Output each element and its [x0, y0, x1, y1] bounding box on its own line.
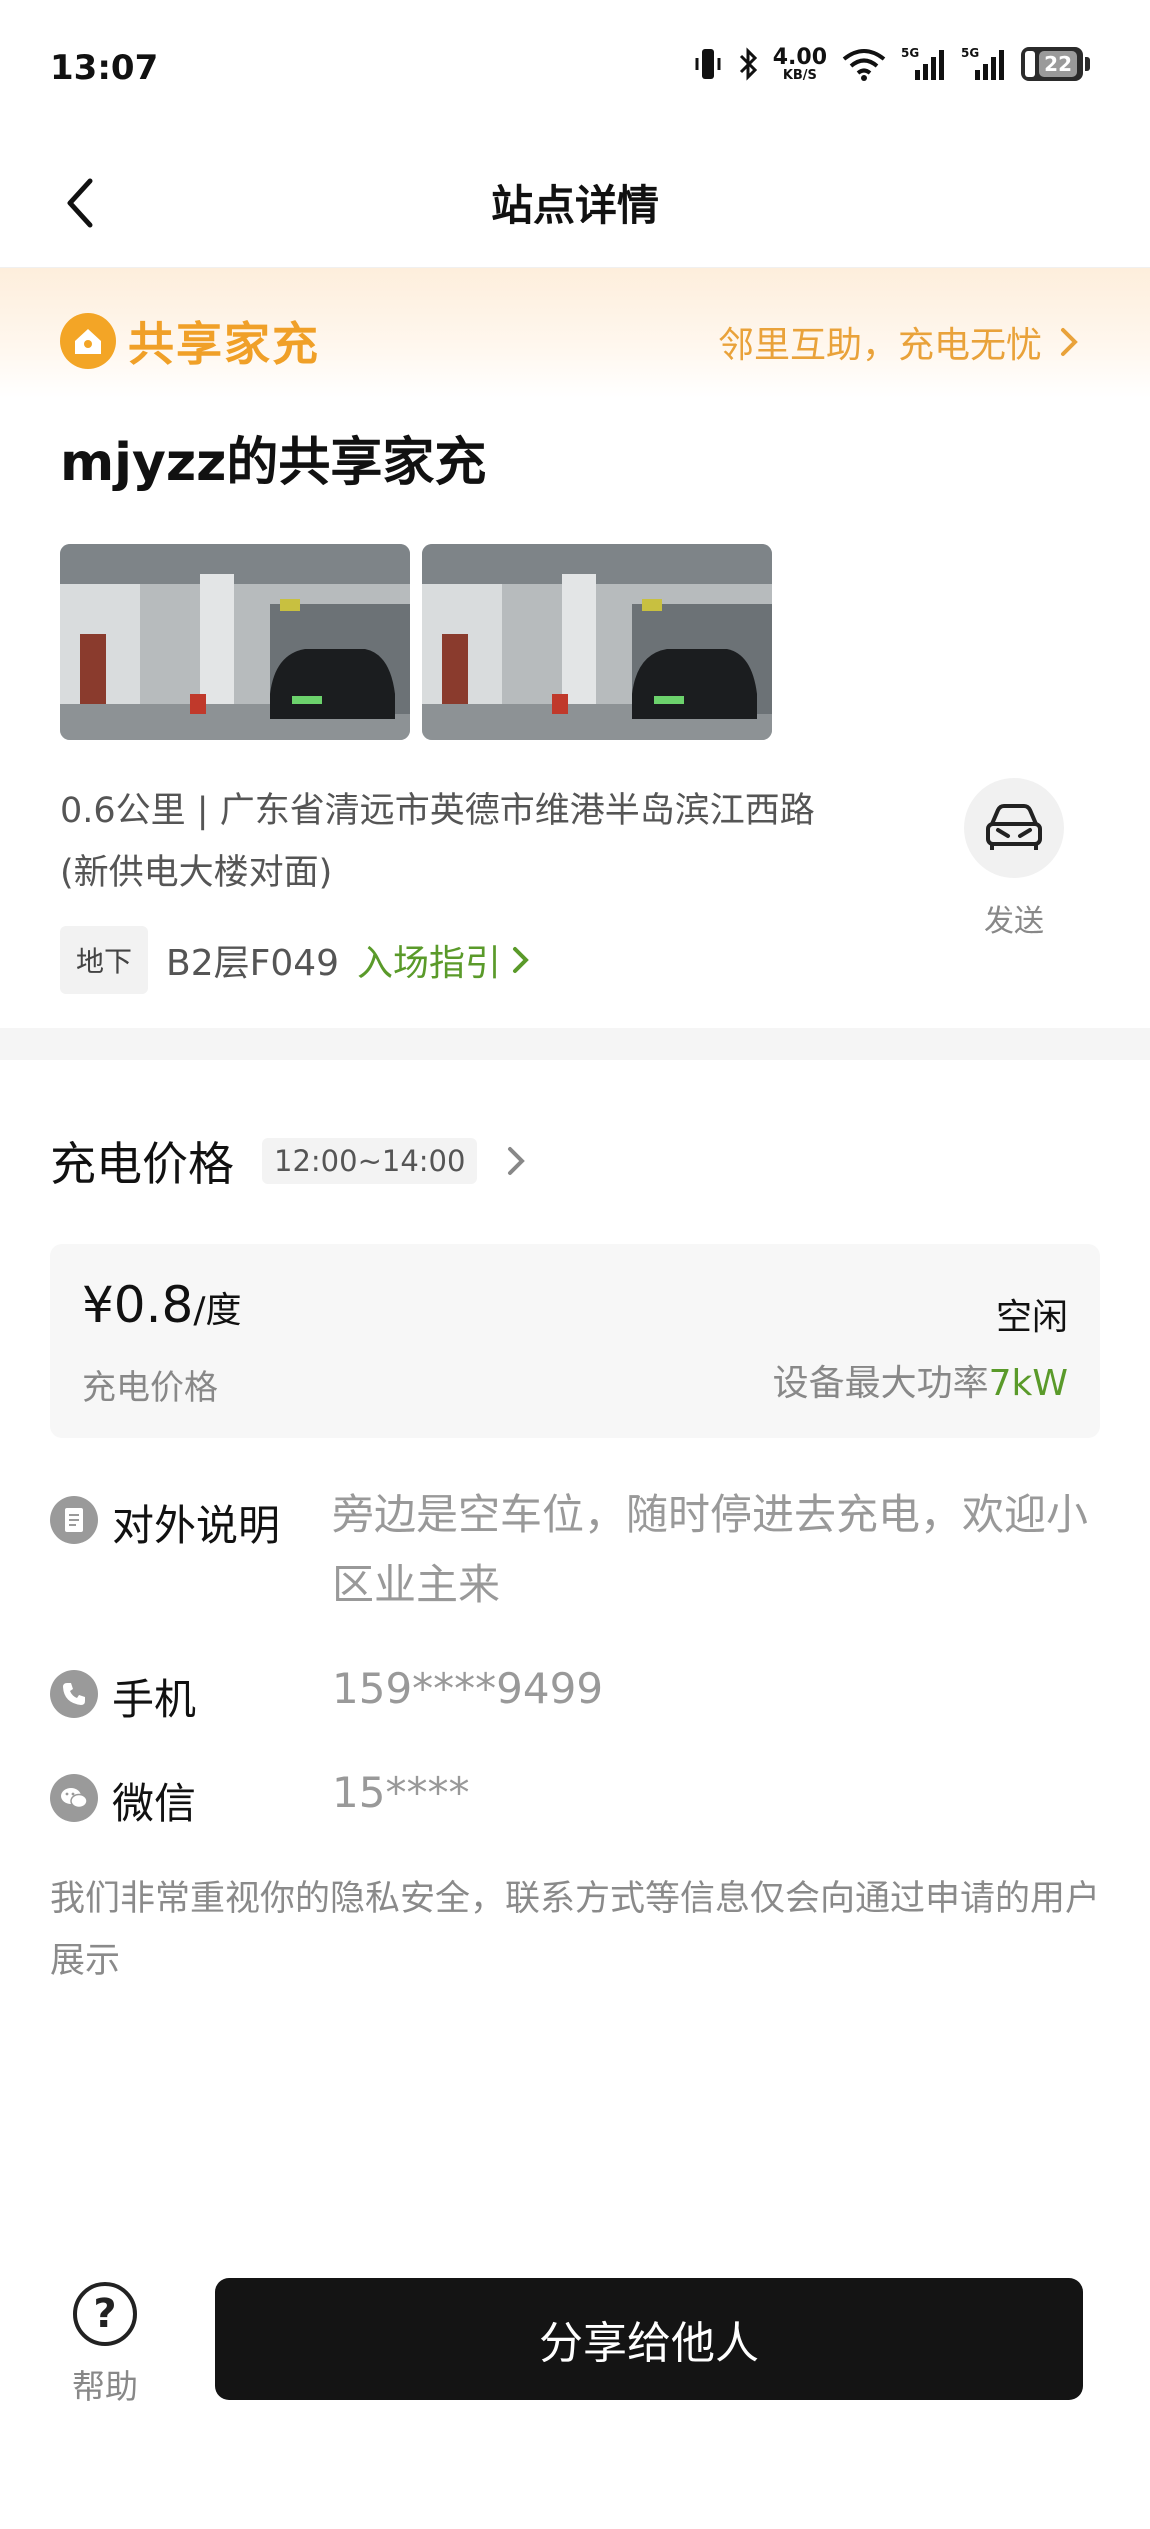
page-title: 站点详情: [490, 181, 659, 230]
car-icon: [964, 778, 1064, 878]
bluetooth-icon: [737, 44, 759, 84]
station-photo[interactable]: [422, 544, 772, 740]
description-label: 对外说明: [112, 1501, 281, 1550]
status-icons: 4.00 KB/S 5G 5G 22: [693, 44, 1090, 84]
home-icon: [60, 313, 116, 369]
status-time: 13:07: [50, 48, 159, 88]
price-unit: /度: [193, 1290, 242, 1331]
price-time-range: 12:00~14:00: [262, 1138, 478, 1184]
wechat-icon: [50, 1774, 98, 1822]
banner-slogan-text: 邻里互助，充电无忧: [717, 325, 1042, 366]
price-card: ¥0.8 /度 充电价格 空闲 设备最大功率7kW: [50, 1244, 1100, 1438]
chevron-right-icon: [505, 1143, 527, 1179]
address-line-1: 0.6公里 | 广东省清远市英德市维港半岛滨江西路: [60, 791, 815, 831]
signal-icon: 5G: [901, 44, 947, 84]
max-power-label: 设备最大功率: [772, 1363, 989, 1404]
wechat-value: 15****: [332, 1768, 470, 1817]
floor-value: B2层F049: [166, 943, 340, 984]
nav-header: 站点详情: [0, 132, 1150, 268]
station-photos: [60, 544, 772, 740]
chevron-right-icon: [513, 947, 529, 973]
phone-label: 手机: [112, 1675, 197, 1724]
battery-level: 22: [1039, 51, 1077, 77]
phone-row: 手机 159****9499: [50, 1664, 603, 1727]
floor-row: 地下 B2层F049 入场指引: [60, 926, 531, 994]
banner-brand: 共享家充: [128, 317, 320, 371]
station-photo[interactable]: [60, 544, 410, 740]
status-bar: 13:07 4.00 KB/S 5G 5G 22: [0, 0, 1150, 132]
status-badge: 空闲: [995, 1297, 1068, 1338]
address-line-2: (新供电大楼对面): [60, 853, 333, 893]
description-row: 对外说明 旁边是空车位，随时停进去充电，欢迎小区业主来: [50, 1490, 1092, 1620]
send-label: 发送: [984, 904, 1044, 939]
battery-icon: 22: [1021, 44, 1090, 84]
send-to-car-button[interactable]: 发送: [964, 778, 1064, 940]
station-name: mjyzz的共享家充: [60, 433, 487, 493]
entry-guide-link[interactable]: 入场指引: [357, 934, 531, 986]
network-speed: 4.00 KB/S: [772, 44, 827, 83]
signal-5g-label: 5G: [901, 46, 919, 60]
question-icon: ?: [73, 2282, 137, 2346]
price-section-title: 充电价格: [50, 1137, 234, 1191]
phone-value: 159****9499: [332, 1664, 604, 1713]
shared-charging-banner[interactable]: 共享家充 邻里互助，充电无忧: [0, 268, 1150, 398]
help-label: 帮助: [72, 2367, 138, 2406]
document-icon: [50, 1496, 98, 1544]
privacy-note: 我们非常重视你的隐私安全，联系方式等信息仅会向通过申请的用户展示: [50, 1879, 1101, 1981]
price-number: ¥0.8: [82, 1276, 194, 1334]
price-value: ¥0.8 /度: [82, 1276, 241, 1334]
price-label: 充电价格: [82, 1368, 218, 1408]
floor-tag: 地下: [60, 926, 149, 994]
max-power-value: 7kW: [988, 1363, 1068, 1404]
wechat-row: 微信 15****: [50, 1768, 469, 1831]
entry-guide-label: 入场指引: [357, 943, 502, 984]
station-address: 0.6公里 | 广东省清远市英德市维港半岛滨江西路 (新供电大楼对面): [60, 780, 900, 904]
description-value: 旁边是空车位，随时停进去充电，欢迎小区业主来: [332, 1490, 1089, 1609]
phone-icon: [50, 1670, 98, 1718]
chevron-right-icon: [1061, 328, 1078, 356]
wechat-label: 微信: [112, 1779, 197, 1828]
banner-slogan-link[interactable]: 邻里互助，充电无忧: [718, 316, 1080, 368]
signal-5g-label: 5G: [961, 46, 979, 60]
wifi-icon: [841, 44, 887, 84]
signal-icon: 5G: [961, 44, 1007, 84]
section-divider: [0, 1028, 1150, 1060]
help-button[interactable]: ? 帮助: [60, 2282, 150, 2408]
banner-logo: 共享家充: [60, 308, 320, 374]
vibrate-icon: [693, 44, 723, 84]
max-power: 设备最大功率7kW: [773, 1354, 1068, 1406]
share-button[interactable]: 分享给他人: [215, 2278, 1083, 2400]
price-header[interactable]: 充电价格 12:00~14:00: [50, 1128, 527, 1194]
